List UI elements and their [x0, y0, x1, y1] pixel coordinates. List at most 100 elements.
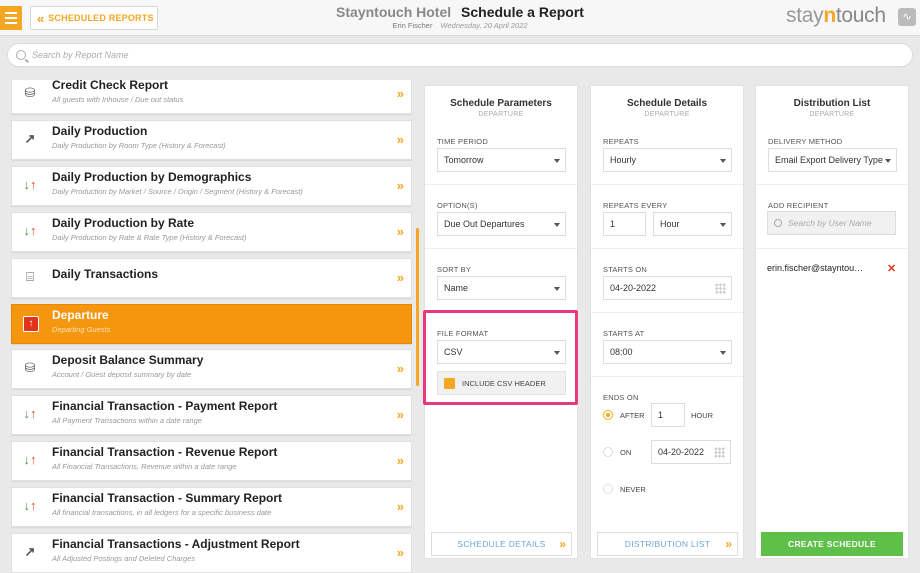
time-period-select[interactable]: Tomorrow: [437, 148, 566, 172]
starts-at-select[interactable]: 08:00: [603, 340, 732, 364]
search-placeholder: Search by Report Name: [32, 50, 129, 60]
distribution-list-label: DISTRIBUTION LIST: [624, 539, 711, 549]
report-name: Financial Transaction - Summary Report: [52, 491, 283, 505]
chevron-right-icon: »: [396, 453, 404, 468]
report-item-ft-summary[interactable]: ↓↑ Financial Transaction - Summary Repor…: [11, 487, 412, 527]
departure-icon: ↑: [23, 316, 39, 332]
repeats-value: Hourly: [610, 155, 637, 165]
caret-down-icon: [885, 159, 891, 163]
report-desc: All guests with Inhouse / Due out status: [52, 95, 184, 104]
panel-subtitle: DEPARTURE: [809, 111, 855, 118]
report-item-daily-production[interactable]: ↗ Daily Production Daily Production by R…: [11, 120, 412, 160]
time-period-value: Tomorrow: [444, 155, 484, 165]
chevron-right-icon: »: [396, 407, 404, 422]
chevron-right-icon: »: [396, 86, 404, 101]
back-to-scheduled-reports-button[interactable]: « SCHEDULED REPORTS: [30, 6, 158, 30]
starts-on-value: 04-20-2022: [610, 283, 657, 293]
page-header-title: Stayntouch Hotel Schedule a Report Erin …: [300, 4, 620, 30]
ends-after-input[interactable]: 1: [651, 403, 685, 427]
panel-title: Schedule Parameters: [450, 98, 552, 109]
report-desc: All Adjusted Postings and Deleted Charge…: [52, 554, 196, 563]
never-label: NEVER: [620, 485, 646, 494]
delivery-method-select[interactable]: Email Export Delivery Type: [768, 148, 897, 172]
brand-prefix: stay: [786, 4, 824, 27]
user-name: Erin Fischer: [392, 21, 433, 30]
divider: [591, 248, 743, 249]
report-item-ft-revenue[interactable]: ↓↑ Financial Transaction - Revenue Repor…: [11, 441, 412, 481]
ends-on-date-input[interactable]: 04-20-2022: [651, 440, 731, 464]
up-down-arrows-icon: ↓↑: [23, 177, 37, 192]
repeats-every-unit-select[interactable]: Hour: [653, 212, 732, 236]
activity-icon[interactable]: ∿: [898, 8, 916, 26]
report-name: Financial Transaction - Payment Report: [52, 399, 278, 413]
schedule-details-label: SCHEDULE DETAILS: [457, 539, 546, 549]
report-desc: Daily Production by Rate & Rate Type (Hi…: [52, 233, 247, 242]
caret-down-icon: [554, 287, 560, 291]
calendar-icon: [715, 283, 726, 294]
report-desc: Daily Production by Market / Source / Or…: [52, 187, 303, 196]
schedule-details-button[interactable]: SCHEDULE DETAILS »: [431, 532, 572, 556]
page-title: Schedule a Report: [461, 4, 584, 20]
double-chevron-right-icon: »: [559, 537, 565, 551]
recipient-email: erin.fischer@stayntou…: [767, 263, 864, 273]
delivery-method-label: DELIVERY METHOD: [768, 137, 843, 146]
remove-recipient-icon[interactable]: ✕: [887, 262, 896, 275]
caret-down-icon: [554, 159, 560, 163]
report-item-daily-production-demographics[interactable]: ↓↑ Daily Production by Demographics Dail…: [11, 166, 412, 206]
sort-by-select[interactable]: Name: [437, 276, 566, 300]
divider: [756, 248, 908, 249]
panel-title: Schedule Details: [626, 98, 708, 109]
starts-at-value: 08:00: [610, 347, 633, 357]
report-desc: Account / Guest deposit summary by date: [52, 370, 192, 379]
search-icon: [774, 219, 782, 227]
caret-down-icon: [720, 223, 726, 227]
report-name: Departure: [52, 308, 109, 322]
options-select[interactable]: Due Out Departures: [437, 212, 566, 236]
report-item-credit-check[interactable]: ⛁ Credit Check Report All guests with In…: [11, 80, 412, 114]
report-name: Daily Production by Demographics: [52, 170, 252, 184]
ends-after-radio[interactable]: [603, 410, 613, 420]
ends-never-radio[interactable]: [603, 484, 613, 494]
repeats-every-input[interactable]: 1: [603, 212, 646, 236]
divider: [425, 184, 577, 185]
panel-subtitle: DEPARTURE: [478, 111, 524, 118]
list-scrollbar[interactable]: [416, 228, 419, 386]
report-name: Daily Production by Rate: [52, 216, 195, 230]
ends-on-radio[interactable]: [603, 447, 613, 457]
report-item-departure[interactable]: ↑ Departure Departing Guests: [11, 304, 412, 344]
divider: [756, 184, 908, 185]
double-chevron-left-icon: «: [37, 10, 44, 26]
ends-on-label: ENDS ON: [603, 393, 639, 402]
report-search-input[interactable]: Search by Report Name: [7, 43, 913, 67]
starts-on-date-input[interactable]: 04-20-2022: [603, 276, 732, 300]
repeats-label: REPEATS: [603, 137, 639, 146]
report-item-ft-adjustment[interactable]: ↗ Financial Transactions - Adjustment Re…: [11, 533, 412, 573]
brand-suffix: touch: [835, 4, 886, 27]
report-list[interactable]: ⛁ Credit Check Report All guests with In…: [11, 80, 412, 573]
report-item-daily-transactions[interactable]: ⌸ Daily Transactions »: [11, 258, 412, 298]
report-item-daily-production-rate[interactable]: ↓↑ Daily Production by Rate Daily Produc…: [11, 212, 412, 252]
hamburger-menu-icon[interactable]: [0, 6, 22, 30]
chevron-right-icon: »: [396, 545, 404, 560]
search-user-input[interactable]: Search by User Name: [767, 211, 896, 235]
caret-down-icon: [720, 351, 726, 355]
panel-subtitle: DEPARTURE: [644, 111, 690, 118]
report-desc: All financial transactions, in all ledge…: [52, 508, 272, 517]
repeats-select[interactable]: Hourly: [603, 148, 732, 172]
report-name: Financial Transaction - Revenue Report: [52, 445, 278, 459]
report-name: Credit Check Report: [52, 80, 169, 92]
delivery-method-value: Email Export Delivery Type: [775, 155, 883, 165]
chevron-right-icon: »: [396, 224, 404, 239]
up-down-arrows-icon: ↓↑: [23, 498, 37, 513]
search-icon: [16, 50, 26, 60]
report-item-ft-payment[interactable]: ↓↑ Financial Transaction - Payment Repor…: [11, 395, 412, 435]
sort-by-value: Name: [444, 283, 469, 293]
caret-down-icon: [720, 159, 726, 163]
report-item-deposit-balance-summary[interactable]: ⛁ Deposit Balance Summary Account / Gues…: [11, 349, 412, 389]
time-period-label: TIME PERIOD: [437, 137, 488, 146]
report-desc: Departing Guests: [52, 325, 111, 334]
create-schedule-button[interactable]: CREATE SCHEDULE: [761, 532, 903, 556]
distribution-list-panel: Distribution List DEPARTURE DELIVERY MET…: [755, 85, 909, 559]
trend-chart-icon: ↗: [24, 544, 36, 559]
distribution-list-button[interactable]: DISTRIBUTION LIST »: [597, 532, 738, 556]
